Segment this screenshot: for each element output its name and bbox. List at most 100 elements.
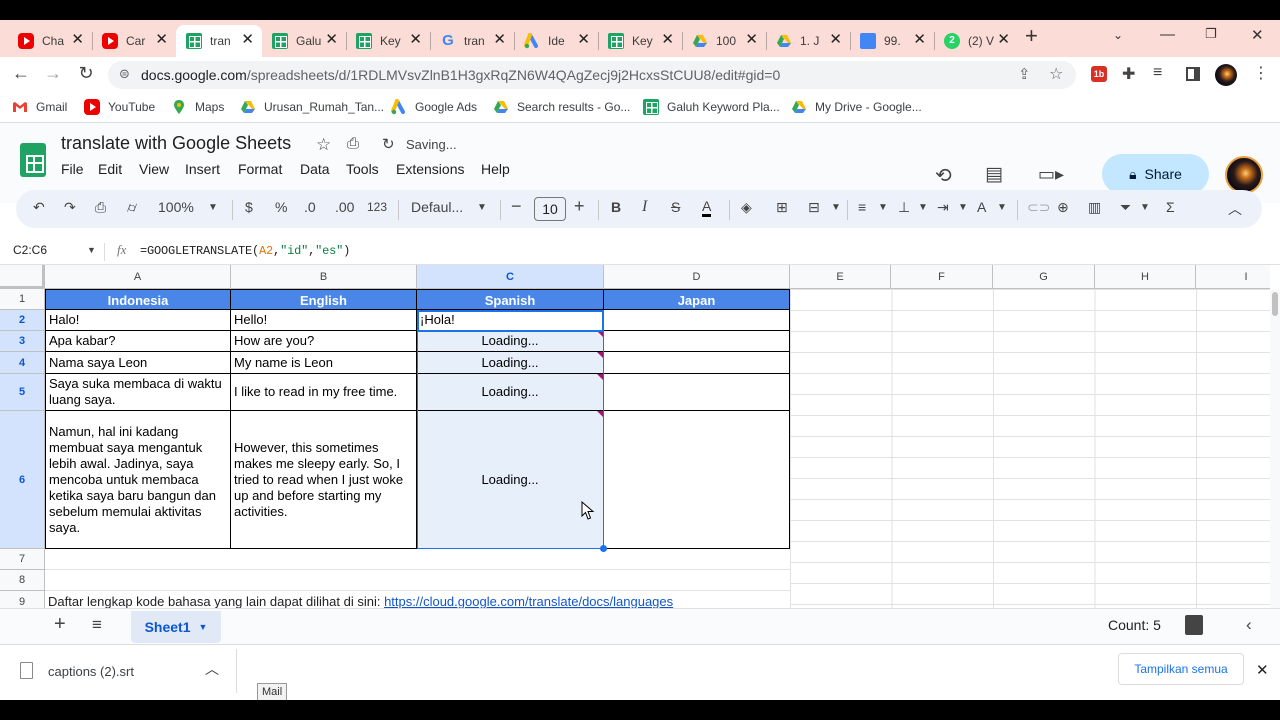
menu-data[interactable]: Data <box>300 161 330 177</box>
profile-avatar[interactable] <box>1215 64 1237 86</box>
chevron-left-icon[interactable]: ‹ <box>1246 615 1252 635</box>
column-header[interactable]: B <box>231 265 417 289</box>
browser-tab-active[interactable]: tran ✕ <box>176 25 262 57</box>
cell-d6[interactable] <box>604 411 790 549</box>
reload-icon[interactable]: ↻ <box>74 63 98 84</box>
chevron-down-icon[interactable]: ▼ <box>477 202 487 213</box>
share-page-icon[interactable]: ⇪ <box>1018 65 1031 83</box>
show-all-downloads-button[interactable]: Tampilkan semua <box>1118 653 1244 685</box>
star-icon[interactable]: ☆ <box>316 135 331 155</box>
vertical-scrollbar[interactable] <box>1272 292 1278 316</box>
chevron-down-icon[interactable]: ▼ <box>878 202 888 213</box>
browser-tab[interactable]: Car ✕ <box>84 25 176 57</box>
strikethrough-icon[interactable]: S <box>671 199 680 215</box>
cell-b2[interactable]: Hello! <box>231 310 417 331</box>
minimize-icon[interactable]: — <box>1160 26 1175 43</box>
bookmark-google-ads[interactable]: Google Ads <box>391 99 477 115</box>
browser-menu-icon[interactable]: ⋮ <box>1253 63 1269 83</box>
version-history-icon[interactable]: ⟲ <box>935 163 952 188</box>
restore-icon[interactable]: ❐ <box>1205 26 1217 42</box>
chevron-down-icon[interactable]: ▼ <box>87 245 96 255</box>
row-header[interactable]: 8 <box>0 570 45 591</box>
filter-icon[interactable]: ⏷ <box>1120 199 1131 216</box>
italic-icon[interactable]: I <box>642 198 647 216</box>
select-all-corner[interactable] <box>0 265 45 289</box>
languages-link[interactable]: https://cloud.google.com/translate/docs/… <box>384 594 673 608</box>
font-size-input[interactable]: 10 <box>534 197 566 221</box>
column-header[interactable]: H <box>1095 265 1196 289</box>
close-window-icon[interactable]: ✕ <box>1251 26 1264 44</box>
menu-view[interactable]: View <box>139 161 169 177</box>
browser-tab[interactable]: 99. ✕ <box>842 25 934 57</box>
browser-tab[interactable]: Gtran ✕ <box>422 25 514 57</box>
column-header[interactable]: F <box>891 265 993 289</box>
forward-icon[interactable]: → <box>41 63 65 84</box>
header-cell-japan[interactable]: Japan <box>604 289 790 310</box>
insert-link-icon[interactable]: ⊂⊃ <box>1027 199 1050 216</box>
bookmark-youtube[interactable]: YouTube <box>84 99 155 115</box>
move-folder-icon[interactable]: ⎙ <box>347 135 359 152</box>
column-header[interactable]: A <box>45 265 231 289</box>
side-panel-icon[interactable] <box>1186 67 1200 81</box>
tab-search-icon[interactable]: ⌄ <box>1113 28 1123 42</box>
text-rotation-icon[interactable]: A <box>977 199 986 215</box>
row-header[interactable]: 1 <box>0 289 45 310</box>
close-tab-icon[interactable]: ✕ <box>661 32 674 48</box>
cell-c5[interactable]: Loading... <box>417 374 604 411</box>
chevron-down-icon[interactable]: ▼ <box>831 202 841 213</box>
close-tab-icon[interactable]: ✕ <box>325 32 338 48</box>
extensions-puzzle-icon[interactable]: ✚ <box>1122 64 1135 84</box>
header-cell-english[interactable]: English <box>231 289 417 310</box>
chevron-down-icon[interactable]: ▼ <box>918 202 928 213</box>
paint-format-icon[interactable]: ⌭ <box>127 199 137 216</box>
header-cell-indonesia[interactable]: Indonesia <box>45 289 231 310</box>
column-header[interactable]: G <box>993 265 1095 289</box>
browser-tab[interactable]: 100 ✕ <box>674 25 766 57</box>
insert-chart-icon[interactable]: ▥ <box>1088 199 1101 216</box>
close-tab-icon[interactable]: ✕ <box>829 32 842 48</box>
increase-decimal-button[interactable]: .00 <box>335 199 354 215</box>
new-tab-icon[interactable]: + <box>1025 23 1038 49</box>
chevron-down-icon[interactable]: ▼ <box>1140 202 1150 213</box>
row-header[interactable]: 2 <box>0 310 45 331</box>
sheet-tab-sheet1[interactable]: Sheet1 ▼ <box>131 611 221 643</box>
cell-b5[interactable]: I like to read in my free time. <box>231 374 417 411</box>
borders-icon[interactable]: ⊞ <box>776 199 788 216</box>
browser-tab[interactable]: Key ✕ <box>590 25 682 57</box>
increase-font-size-icon[interactable]: + <box>574 196 585 217</box>
close-tab-icon[interactable]: ✕ <box>577 32 590 48</box>
comments-icon[interactable]: ▤ <box>985 163 1003 186</box>
media-control-icon[interactable]: ≡ <box>1153 64 1162 82</box>
menu-extensions[interactable]: Extensions <box>396 161 464 177</box>
extension-icon[interactable]: 1b <box>1091 66 1107 82</box>
decrease-decimal-button[interactable]: .0 <box>304 199 316 215</box>
account-avatar[interactable] <box>1225 156 1263 194</box>
formula-input[interactable]: =GOOGLETRANSLATE(A2,"id","es") <box>140 244 350 258</box>
collapse-toolbar-icon[interactable]: ︿ <box>1228 199 1242 219</box>
cell-a2[interactable]: Halo! <box>45 310 231 331</box>
column-header[interactable]: E <box>790 265 891 289</box>
decrease-font-size-icon[interactable]: − <box>511 196 522 217</box>
cell-b4[interactable]: My name is Leon <box>231 352 417 374</box>
selection-count[interactable]: Count: 5 <box>1108 617 1161 633</box>
document-title[interactable]: translate with Google Sheets <box>61 133 291 154</box>
column-header[interactable]: C <box>417 265 604 289</box>
url-input[interactable]: ⊜ docs.google.com/spreadsheets/d/1RDLMVs… <box>108 61 1076 89</box>
bookmark-search-results[interactable]: Search results - Go... <box>493 99 630 115</box>
row-header[interactable]: 3 <box>0 331 45 352</box>
close-tab-icon[interactable]: ✕ <box>913 32 926 48</box>
cell-a9[interactable]: Daftar lengkap kode bahasa yang lain dap… <box>48 594 673 608</box>
explore-icon[interactable] <box>1185 615 1203 635</box>
row-header[interactable]: 5 <box>0 374 45 411</box>
site-info-icon[interactable]: ⊜ <box>119 66 130 82</box>
row-header[interactable]: 9 <box>0 591 45 608</box>
bookmark-maps[interactable]: Maps <box>171 99 224 115</box>
vertical-align-icon[interactable]: ⊥ <box>898 199 910 216</box>
cell-d4[interactable] <box>604 352 790 374</box>
number-format-button[interactable]: 123 <box>367 200 387 214</box>
chevron-down-icon[interactable]: ▼ <box>997 202 1007 213</box>
close-tab-icon[interactable]: ✕ <box>155 32 168 48</box>
browser-tab[interactable]: Cha ✕ <box>0 25 92 57</box>
browser-tab[interactable]: 2 (2) V ✕ <box>926 25 1018 57</box>
zoom-select[interactable]: 100% <box>158 199 194 215</box>
